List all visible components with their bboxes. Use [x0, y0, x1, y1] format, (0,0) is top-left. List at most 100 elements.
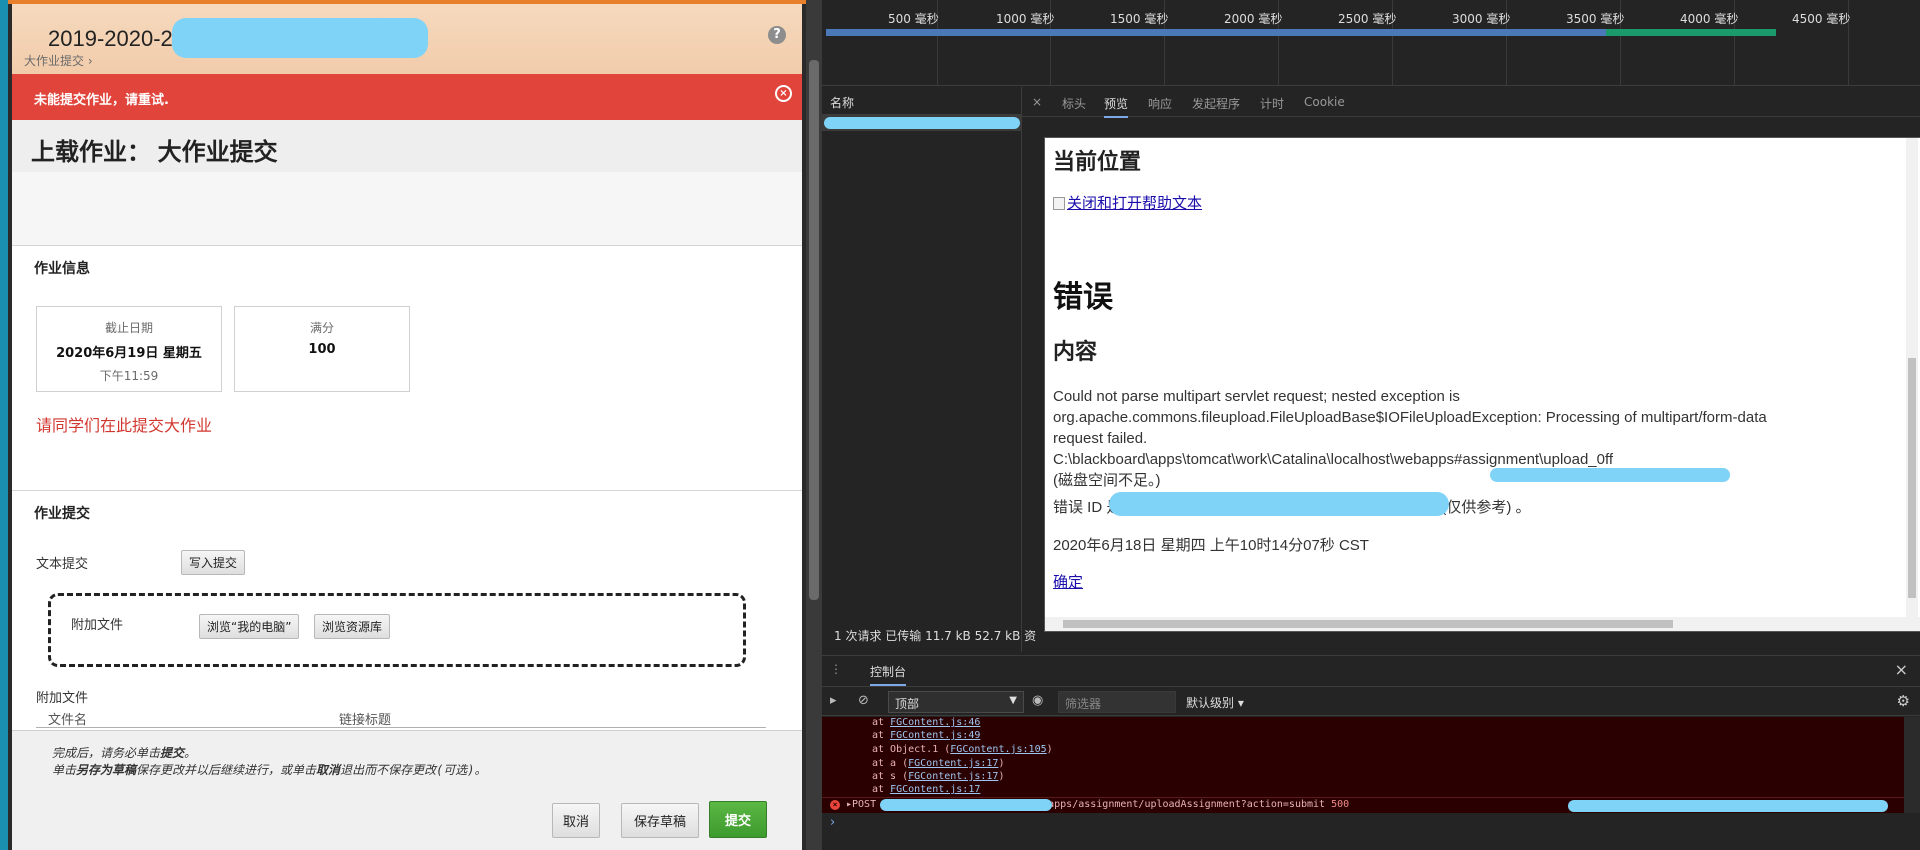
console-toolbar: ▸ ⊘ 顶部 ▼ ◉ 筛选器 默认级别 ▾ ⚙ — [822, 686, 1920, 716]
redaction-mark — [824, 117, 1020, 129]
course-header: 2019-2020-2 ? 大作业提交 › — [12, 4, 802, 74]
request-row[interactable] — [822, 115, 1021, 131]
redaction-mark — [172, 18, 428, 58]
eye-icon[interactable]: ◉ — [1032, 693, 1043, 708]
chevron-down-icon: ▼ — [1009, 695, 1017, 706]
tab-cookies[interactable]: Cookie — [1304, 95, 1345, 109]
instruction-text: 单击 — [52, 763, 77, 777]
scrollbar-thumb[interactable] — [1908, 358, 1916, 598]
attach-files-label: 附加文件 — [71, 618, 124, 633]
trace-text: at Object.1 ( — [872, 744, 951, 755]
request-url[interactable]: apps/assignment/uploadAssignment?action=… — [1048, 799, 1325, 810]
column-header-link-title: 链接标题 — [339, 713, 392, 728]
stack-trace-line: at s (FGContent.js:17) — [872, 771, 1004, 782]
source-link[interactable]: FGContent.js:17 — [908, 771, 998, 782]
table-divider — [36, 727, 766, 728]
more-tabs-icon[interactable]: ⋮ — [830, 662, 842, 676]
request-method[interactable]: ▸POST — [846, 799, 876, 810]
preview-location-heading: 当前位置 — [1053, 150, 1142, 175]
submit-instructions: 完成后，请务必单击提交。 单击另存为草稿保存更改并以后继续进行，或单击取消退出而… — [52, 745, 487, 779]
source-link[interactable]: FGContent.js:49 — [890, 730, 980, 741]
error-icon: × — [830, 800, 840, 810]
timeline-tick: 500 毫秒 — [888, 12, 939, 26]
request-download-bar — [1606, 29, 1776, 36]
due-date-label: 截止日期 — [104, 321, 153, 335]
tab-response[interactable]: 响应 — [1148, 95, 1172, 112]
source-link[interactable]: FGContent.js:46 — [890, 717, 980, 728]
points-card: 满分 100 — [234, 306, 410, 392]
context-select[interactable]: 顶部 ▼ — [888, 691, 1024, 713]
attached-files-label: 附加文件 — [36, 691, 89, 706]
breadcrumb-item[interactable]: 大作业提交 — [24, 54, 84, 68]
preview-horizontal-scrollbar[interactable] — [1045, 617, 1920, 631]
trace-text: at — [872, 784, 891, 795]
devtools-pane: 500 毫秒 1000 毫秒 1500 毫秒 2000 毫秒 2500 毫秒 3… — [822, 0, 1920, 850]
log-level-select[interactable]: 默认级别 ▾ — [1186, 694, 1244, 711]
cancel-button[interactable]: 取消 — [552, 803, 601, 838]
page-scrollbar[interactable] — [806, 0, 822, 850]
redaction-mark — [880, 799, 1052, 811]
clear-console-icon[interactable]: ⊘ — [858, 693, 869, 708]
stack-trace-line: at FGContent.js:49 — [872, 730, 980, 741]
console-scrollbar[interactable] — [1904, 717, 1920, 813]
stack-trace-line: at FGContent.js:17 — [872, 784, 980, 795]
due-date-card: 截止日期 2020年6月19日 星期五 下午11:59 — [36, 306, 222, 392]
instructions-area — [12, 172, 802, 246]
name-column-header[interactable]: 名称 — [822, 87, 1021, 115]
breadcrumb[interactable]: 大作业提交 › — [24, 52, 93, 69]
instruction-line-2: 单击另存为草稿保存更改并以后继续进行，或单击取消退出而不保存更改(可选)。 — [52, 762, 487, 779]
message-line: request failed. — [1053, 430, 1148, 447]
timeline-tick: 3000 毫秒 — [1452, 12, 1511, 26]
instruction-line-1: 完成后，请务必单击提交。 — [52, 745, 487, 762]
timeline-tick: 3500 毫秒 — [1566, 12, 1625, 26]
tab-preview[interactable]: 预览 — [1104, 95, 1129, 118]
message-line: C:\blackboard\apps\tomcat\work\Catalina\… — [1053, 451, 1614, 468]
stack-trace-line: at a (FGContent.js:17) — [872, 758, 1004, 769]
help-text-link-label[interactable]: 关闭和打开帮助文本 — [1067, 194, 1202, 212]
console-filter-input[interactable]: 筛选器 — [1058, 691, 1176, 713]
help-icon[interactable]: ? — [768, 26, 786, 44]
browser-page-pane: 2019-2020-2 ? 大作业提交 › 未能提交作业，请重试. × 上载作业… — [0, 0, 822, 850]
browse-repository-button[interactable]: 浏览资源库 — [314, 614, 391, 639]
close-detail-icon[interactable]: × — [1032, 95, 1042, 109]
save-draft-button[interactable]: 保存草稿 — [621, 803, 700, 838]
stack-trace-line: at Object.1 (FGContent.js:105) — [872, 744, 1053, 755]
instruction-bold: 提交 — [160, 746, 185, 760]
trace-text: ) — [1046, 744, 1053, 755]
tab-timing[interactable]: 计时 — [1260, 95, 1284, 112]
request-summary: 1 次请求 已传输 11.7 kB 52.7 kB 资 — [834, 629, 1037, 643]
ok-link[interactable]: 确定 — [1053, 571, 1083, 592]
close-drawer-icon[interactable]: × — [1895, 660, 1908, 679]
source-link[interactable]: FGContent.js:17 — [890, 784, 980, 795]
tab-console[interactable]: 控制台 — [870, 663, 907, 686]
points-value: 100 — [308, 342, 336, 357]
sidebar-toggle-icon[interactable]: ▸ — [830, 693, 837, 708]
trace-text: at — [872, 730, 891, 741]
chevron-right-icon: › — [87, 54, 93, 68]
source-link[interactable]: FGContent.js:17 — [908, 758, 998, 769]
network-error-row[interactable]: × ▸POST apps/assignment/uploadAssignment?… — [822, 797, 1904, 813]
help-text-link[interactable]: 关闭和打开帮助文本 — [1053, 192, 1202, 213]
gear-icon[interactable]: ⚙ — [1897, 692, 1910, 710]
console-prompt[interactable]: › — [830, 815, 835, 830]
instruction-text: 完成后，请务必单击 — [52, 746, 161, 760]
write-submission-button[interactable]: 写入提交 — [181, 550, 246, 575]
network-timeline[interactable]: 500 毫秒 1000 毫秒 1500 毫秒 2000 毫秒 2500 毫秒 3… — [822, 0, 1920, 86]
redaction-mark — [1109, 492, 1449, 516]
close-icon[interactable]: × — [775, 85, 792, 102]
scrollbar-thumb[interactable] — [1063, 620, 1673, 628]
attach-files-area[interactable]: 附加文件 浏览“我的电脑” 浏览资源库 — [48, 593, 746, 667]
timeline-tick: 2000 毫秒 — [1224, 12, 1283, 26]
browse-my-computer-button[interactable]: 浏览“我的电脑” — [199, 614, 300, 639]
section-heading: 作业提交 — [34, 506, 90, 522]
trace-text: ) — [998, 758, 1005, 769]
preview-vertical-scrollbar[interactable] — [1906, 138, 1918, 618]
source-link[interactable]: FGContent.js:105 — [950, 744, 1046, 755]
submit-button[interactable]: 提交 — [709, 801, 768, 838]
tab-headers[interactable]: 标头 — [1062, 95, 1086, 112]
tab-initiator[interactable]: 发起程序 — [1192, 95, 1240, 112]
instruction-text: 退出而不保存更改(可选)。 — [340, 763, 487, 777]
timeline-tick: 2500 毫秒 — [1338, 12, 1397, 26]
scrollbar-thumb[interactable] — [809, 60, 819, 600]
console-output: at FGContent.js:46 at FGContent.js:49 at… — [822, 717, 1904, 813]
